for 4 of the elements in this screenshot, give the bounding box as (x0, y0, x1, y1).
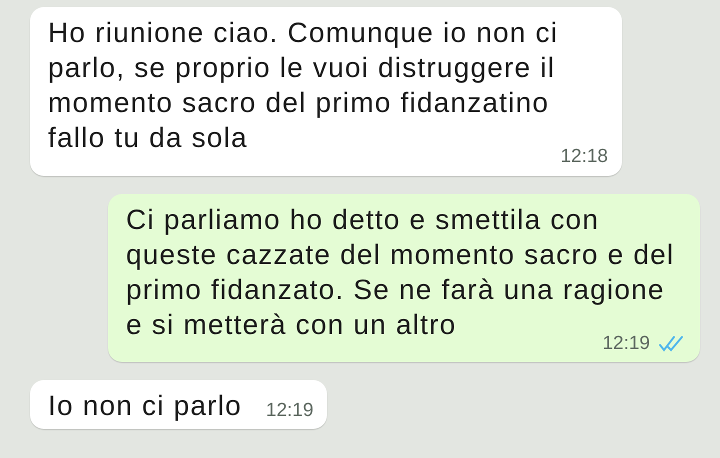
message-time: 12:18 (560, 145, 608, 169)
message-text: Ho riunione ciao. Comunque io non ci parlo, se proprio le vuoi distruggere il momento sacro del primo fidanzatino fallo tu da sola (48, 16, 560, 155)
message-time: 12:19 (266, 398, 314, 422)
message-text: Io non ci parlo (48, 389, 242, 423)
